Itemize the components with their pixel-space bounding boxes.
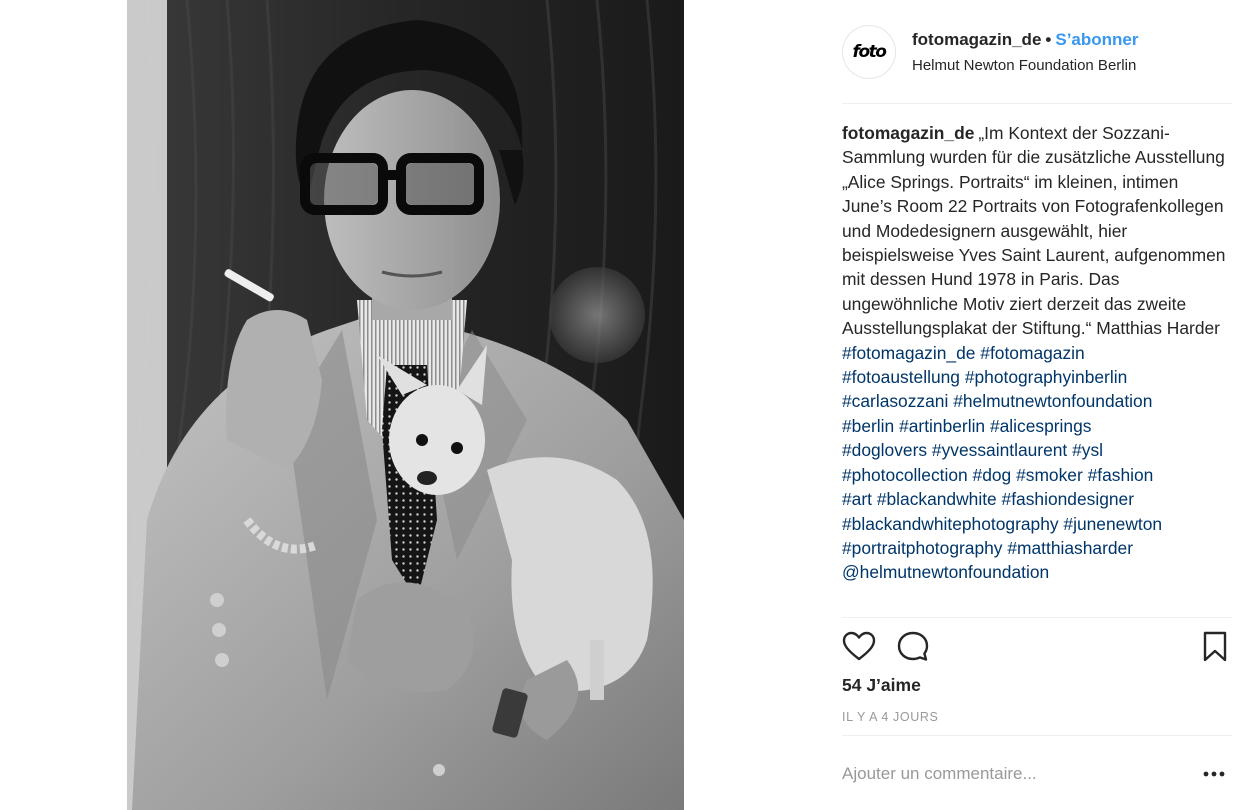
heart-icon[interactable] bbox=[842, 630, 876, 664]
hashtag-line: #photocollection #dog #smoker #fashion bbox=[842, 463, 1232, 487]
avatar[interactable]: foto bbox=[842, 25, 896, 79]
post-timestamp[interactable]: IL Y A 4 JOURS bbox=[842, 710, 938, 724]
hashtag-link[interactable]: #ysl bbox=[1072, 440, 1103, 460]
location-link[interactable]: Helmut Newton Foundation Berlin bbox=[912, 57, 1136, 74]
post-sidebar: foto fotomagazin_de • S’abonner Helmut New… bbox=[842, 0, 1232, 810]
separator-dot: • bbox=[1045, 30, 1052, 49]
divider bbox=[842, 735, 1232, 736]
hashtag-link[interactable]: #fotoaustellung bbox=[842, 367, 960, 387]
hashtag-link[interactable]: #fotomagazin_de bbox=[842, 343, 975, 363]
hashtag-line: @helmutnewtonfoundation bbox=[842, 560, 1232, 584]
hashtag-link[interactable]: #blackandwhite bbox=[877, 489, 997, 509]
hashtag-link[interactable]: #berlin bbox=[842, 416, 894, 436]
hashtag-line: #fotomagazin_de #fotomagazin bbox=[842, 341, 1232, 365]
post-caption: fotomagazin_de „Im Kontext der Sozzani-Sa… bbox=[842, 121, 1232, 585]
hashtag-link[interactable]: #fashiondesigner bbox=[1002, 489, 1134, 509]
hashtag-link[interactable]: #carlasozzani bbox=[842, 391, 948, 411]
post-header: foto fotomagazin_de • S’abonner Helmut New… bbox=[842, 24, 1232, 84]
hashtag-link[interactable]: #fotomagazin bbox=[980, 343, 1084, 363]
username-link[interactable]: fotomagazin_de bbox=[912, 30, 1041, 49]
hashtag-link[interactable]: #portraitphotography bbox=[842, 538, 1003, 558]
hashtag-list: #fotomagazin_de #fotomagazin #fotoaustell… bbox=[842, 341, 1232, 585]
action-bar bbox=[842, 628, 1232, 668]
header-title-row: fotomagazin_de • S’abonner bbox=[912, 30, 1138, 50]
hashtag-link[interactable]: #alicesprings bbox=[990, 416, 1092, 436]
hashtag-link[interactable]: #matthiasharder bbox=[1007, 538, 1133, 558]
post-photo[interactable] bbox=[127, 0, 684, 810]
hashtag-line: #fotoaustellung #photographyinberlin bbox=[842, 365, 1232, 389]
hashtag-line: #berlin #artinberlin #alicesprings bbox=[842, 414, 1232, 438]
caption-username-link[interactable]: fotomagazin_de bbox=[842, 123, 974, 143]
hashtag-line: #blackandwhitephotography #junenewton bbox=[842, 512, 1232, 536]
follow-button[interactable]: S’abonner bbox=[1055, 30, 1138, 49]
divider bbox=[842, 103, 1232, 104]
likes-count[interactable]: 54 J’aime bbox=[842, 675, 921, 696]
hashtag-link[interactable]: #doglovers bbox=[842, 440, 927, 460]
hashtag-link[interactable]: #fashion bbox=[1088, 465, 1154, 485]
divider bbox=[842, 617, 1232, 618]
comment-bubble-icon[interactable] bbox=[896, 630, 930, 664]
hashtag-line: #portraitphotography #matthiasharder bbox=[842, 536, 1232, 560]
hashtag-link[interactable]: #dog bbox=[973, 465, 1012, 485]
hashtag-link[interactable]: #art bbox=[842, 489, 872, 509]
hashtag-line: #art #blackandwhite #fashiondesigner bbox=[842, 487, 1232, 511]
hashtag-link[interactable]: #smoker bbox=[1016, 465, 1083, 485]
mention-link[interactable]: @helmutnewtonfoundation bbox=[842, 562, 1049, 582]
hashtag-link[interactable]: #junenewton bbox=[1063, 514, 1162, 534]
hashtag-link[interactable]: #photographyinberlin bbox=[965, 367, 1127, 387]
hashtag-link[interactable]: #yvessaintlaurent bbox=[932, 440, 1067, 460]
hashtag-link[interactable]: #blackandwhitephotography bbox=[842, 514, 1059, 534]
more-options-icon[interactable] bbox=[1202, 764, 1226, 784]
hashtag-link[interactable]: #helmutnewtonfoundation bbox=[953, 391, 1152, 411]
hashtag-link[interactable]: #photocollection bbox=[842, 465, 968, 485]
comment-input[interactable] bbox=[842, 760, 1192, 788]
caption-text: „Im Kontext der Sozzani-Sammlung wurden … bbox=[842, 123, 1226, 339]
hashtag-line: #carlasozzani #helmutnewtonfoundation bbox=[842, 389, 1232, 413]
bookmark-icon[interactable] bbox=[1198, 630, 1232, 664]
hashtag-line: #doglovers #yvessaintlaurent #ysl bbox=[842, 438, 1232, 462]
hashtag-link[interactable]: #artinberlin bbox=[899, 416, 985, 436]
portrait-photo-image bbox=[127, 0, 684, 810]
